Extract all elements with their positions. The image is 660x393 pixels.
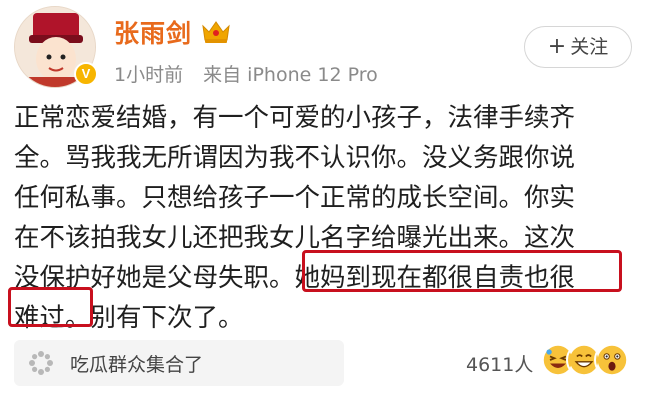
post-footer: 吃瓜群众集合了 4611人 (0, 336, 660, 393)
surprised-emoji-icon (594, 342, 630, 378)
post-meta: 1小时前 来自 iPhone 12 Pro (114, 60, 392, 87)
post-line: 任何私事。只想给孩子一个正常的成长空间。你实 (14, 183, 576, 213)
verified-badge: V (74, 62, 98, 86)
post-source: 来自 iPhone 12 Pro (203, 64, 378, 86)
reaction-emojis[interactable] (540, 342, 630, 378)
post-line: 全。骂我我无所谓因为我不认识你。没义务跟你说 (14, 143, 576, 173)
post-time: 1小时前 (114, 64, 184, 86)
topic-label: 吃瓜群众集合了 (70, 354, 204, 376)
post-header: V 张雨剑 1小时前 来自 iPhone 12 Pro + 关注 (0, 0, 660, 100)
post-line: 正常恋爱结婚，有一个可爱的小孩子，法律手续齐 (14, 103, 576, 133)
crown-icon[interactable] (200, 18, 232, 44)
post-line: 难过。别有下次了。 (14, 303, 244, 333)
follow-button[interactable]: + 关注 (524, 26, 632, 68)
plus-icon: + (547, 34, 567, 59)
highlight-box-1 (302, 250, 622, 292)
topic-link[interactable]: 吃瓜群众集合了 (14, 340, 344, 386)
avatar[interactable]: V (14, 6, 98, 88)
username[interactable]: 张雨剑 (114, 14, 192, 50)
post-text: 正常恋爱结婚，有一个可爱的小孩子，法律手续齐 全。骂我我无所谓因为我不认识你。没… (14, 98, 634, 338)
flower-icon (29, 351, 53, 375)
highlight-box-2 (8, 287, 93, 327)
follow-label: 关注 (570, 36, 609, 58)
reaction-count[interactable]: 4611人 (466, 350, 533, 377)
